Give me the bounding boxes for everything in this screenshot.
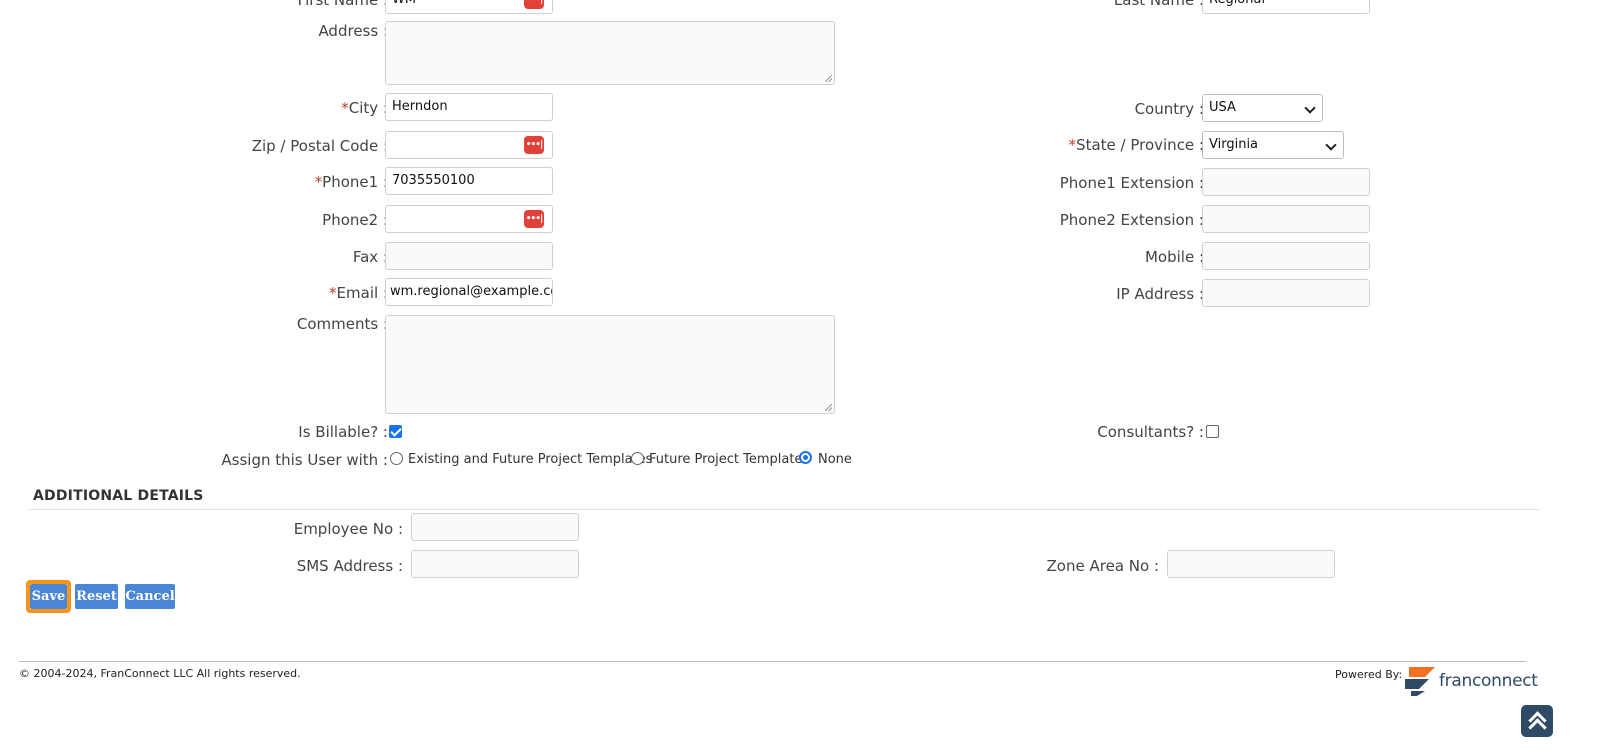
is-billable-label: Is Billable? : xyxy=(298,423,388,441)
consultants-checkbox[interactable] xyxy=(1206,425,1219,438)
comments-textarea[interactable] xyxy=(385,315,835,414)
is-billable-checkbox[interactable] xyxy=(389,425,402,438)
sms-address-label: SMS Address : xyxy=(296,557,403,575)
section-divider xyxy=(29,509,1540,510)
radio-future[interactable] xyxy=(631,452,644,465)
chevron-down-icon xyxy=(1304,102,1316,114)
footer-divider xyxy=(19,661,1526,662)
assign-user-label: Assign this User with : xyxy=(221,451,388,469)
scroll-to-top-button[interactable] xyxy=(1521,705,1553,737)
city-label-text: City : xyxy=(348,99,388,117)
radio-existing-and-future[interactable] xyxy=(390,452,403,465)
mobile-input[interactable] xyxy=(1202,242,1370,270)
zip-label: Zip / Postal Code : xyxy=(251,137,388,155)
radio-future-label: Future Project Templates xyxy=(649,452,810,467)
radio-existing-and-future-label: Existing and Future Project Templates xyxy=(408,452,653,467)
chevron-down-icon xyxy=(1325,139,1337,151)
required-mark: * xyxy=(329,284,337,302)
state-label: *State / Province : xyxy=(1069,136,1204,154)
phone1-extension-label: Phone1 Extension : xyxy=(1059,174,1204,192)
zone-area-no-label: Zone Area No : xyxy=(1046,557,1159,575)
first-name-input[interactable]: WM •••| xyxy=(385,0,553,14)
phone2-label: Phone2 : xyxy=(322,211,388,229)
radio-none-label: None xyxy=(818,452,852,467)
state-label-text: State / Province : xyxy=(1076,136,1204,154)
password-manager-icon[interactable]: •••| xyxy=(524,0,544,9)
email-input[interactable]: wm.regional@example.com xyxy=(385,278,553,306)
copyright-text: © 2004-2024, FranConnect LLC All rights … xyxy=(19,667,301,680)
city-input[interactable]: Herndon xyxy=(385,93,553,121)
additional-details-title: ADDITIONAL DETAILS xyxy=(33,488,204,504)
save-button[interactable]: Save xyxy=(30,584,67,609)
ip-address-label: IP Address : xyxy=(1116,285,1204,303)
state-value: Virginia xyxy=(1209,137,1259,152)
country-select[interactable]: USA xyxy=(1202,94,1323,122)
phone1-extension-input[interactable] xyxy=(1202,168,1370,196)
franconnect-logo[interactable]: franconnect xyxy=(1403,665,1538,697)
cancel-button[interactable]: Cancel xyxy=(125,584,175,609)
phone2-input[interactable]: •••| xyxy=(385,205,553,233)
radio-none[interactable] xyxy=(799,451,812,464)
address-label: Address : xyxy=(318,22,388,40)
country-value: USA xyxy=(1209,100,1236,115)
powered-by-text: Powered By: xyxy=(1335,668,1403,681)
phone2-extension-label: Phone2 Extension : xyxy=(1059,211,1204,229)
last-name-label: Last Name : xyxy=(1113,0,1204,9)
consultants-label: Consultants? : xyxy=(1097,423,1204,441)
phone1-label-text: Phone1 : xyxy=(322,173,388,191)
fax-label: Fax : xyxy=(352,248,388,266)
mobile-label: Mobile : xyxy=(1144,248,1204,266)
country-label: Country : xyxy=(1134,100,1204,118)
zip-input[interactable]: •••| xyxy=(385,131,553,159)
first-name-label: First Name : xyxy=(297,0,388,9)
phone1-input[interactable]: 7035550100 xyxy=(385,167,553,195)
franconnect-logo-icon xyxy=(1405,667,1435,696)
franconnect-logo-text: franconnect xyxy=(1439,671,1538,691)
password-manager-icon[interactable]: •••| xyxy=(524,210,544,228)
ip-address-input[interactable] xyxy=(1202,279,1370,307)
last-name-input[interactable]: Regional xyxy=(1202,0,1370,14)
employee-no-input[interactable] xyxy=(411,513,579,541)
required-mark: * xyxy=(341,99,349,117)
phone2-extension-input[interactable] xyxy=(1202,205,1370,233)
first-name-value: WM xyxy=(392,0,416,7)
zone-area-no-input[interactable] xyxy=(1167,550,1335,578)
fax-input[interactable] xyxy=(385,242,553,270)
required-mark: * xyxy=(1068,136,1077,154)
address-textarea[interactable] xyxy=(385,21,835,85)
password-manager-icon[interactable]: •••| xyxy=(524,136,544,154)
sms-address-input[interactable] xyxy=(411,550,579,578)
employee-no-label: Employee No : xyxy=(293,520,403,538)
phone1-label: *Phone1 : xyxy=(315,173,388,191)
city-label: *City : xyxy=(341,99,388,117)
email-label: *Email : xyxy=(329,284,388,302)
state-select[interactable]: Virginia xyxy=(1202,131,1344,159)
email-label-text: Email : xyxy=(336,284,388,302)
reset-button[interactable]: Reset xyxy=(75,584,118,609)
comments-label: Comments : xyxy=(296,315,388,333)
